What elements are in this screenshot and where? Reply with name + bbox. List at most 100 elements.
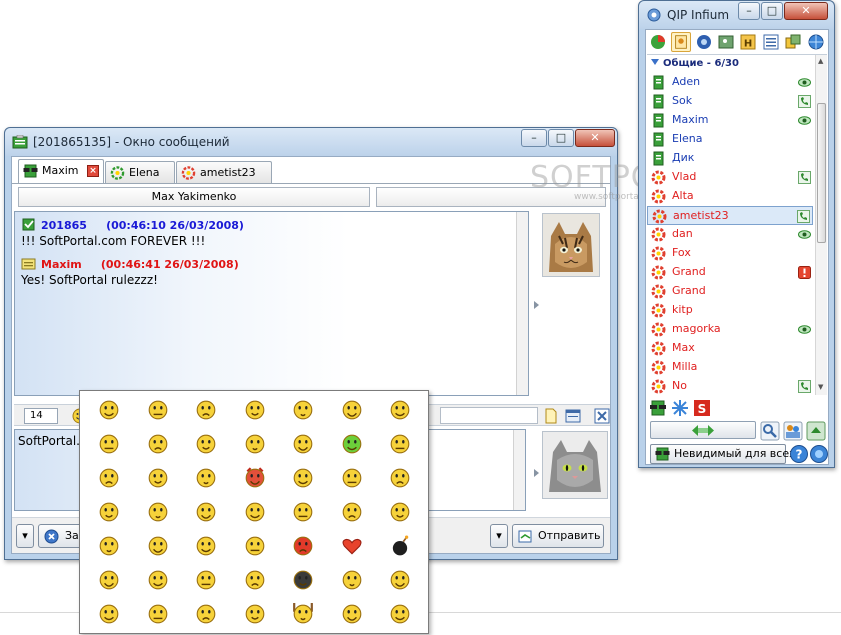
history-h-icon[interactable]: H: [738, 32, 758, 52]
smile-item[interactable]: [232, 427, 281, 461]
input-scrollbar[interactable]: [513, 430, 525, 510]
splitter-arrow-icon[interactable]: [534, 301, 539, 309]
smile-item[interactable]: [135, 563, 184, 597]
smile-item[interactable]: [135, 597, 184, 631]
maximize-button[interactable]: □: [548, 129, 574, 147]
smile-item[interactable]: [135, 495, 184, 529]
smile-item[interactable]: [86, 529, 135, 563]
tab-maxim[interactable]: Maxim ×: [18, 159, 104, 183]
contact-item[interactable]: No: [647, 377, 813, 396]
smile-item[interactable]: [377, 461, 426, 495]
pager-icon[interactable]: [694, 32, 714, 52]
tab-close-icon[interactable]: ×: [87, 165, 99, 177]
smile-item[interactable]: [86, 427, 135, 461]
contact-item[interactable]: Max: [647, 339, 813, 358]
snowflake-icon[interactable]: [671, 399, 689, 417]
smile-item[interactable]: [377, 529, 426, 563]
smile-item[interactable]: [232, 393, 281, 427]
smile-item[interactable]: [280, 461, 329, 495]
contact-item[interactable]: Milla: [647, 358, 813, 377]
contact-item[interactable]: Vlad: [647, 168, 813, 187]
smile-item[interactable]: [377, 393, 426, 427]
smile-item[interactable]: [183, 461, 232, 495]
help-icon[interactable]: ?: [789, 444, 809, 464]
smile-item[interactable]: [280, 393, 329, 427]
smile-item[interactable]: [377, 427, 426, 461]
smile-item[interactable]: [329, 563, 378, 597]
history-scrollbar[interactable]: [516, 212, 528, 395]
contact-list[interactable]: Общие - 6/30 ▲ ▼ Aden Sok Maxim Elena Дик Vla…: [647, 54, 827, 396]
contact-item[interactable]: Grand: [647, 282, 813, 301]
network-globe-icon[interactable]: [809, 444, 829, 464]
smile-item[interactable]: [329, 393, 378, 427]
smile-item[interactable]: [377, 563, 426, 597]
new-document-icon[interactable]: [543, 408, 559, 424]
contact-item[interactable]: Fox: [647, 244, 813, 263]
contact-item[interactable]: Дик: [647, 149, 813, 168]
contact-group-header[interactable]: Общие - 6/30: [651, 58, 739, 69]
contact-item[interactable]: Aden: [647, 73, 813, 92]
contact-item[interactable]: Sok: [647, 92, 813, 111]
smile-item[interactable]: [86, 495, 135, 529]
smile-item[interactable]: [135, 427, 184, 461]
qip-maximize-button[interactable]: □: [761, 2, 783, 20]
smile-item[interactable]: [135, 461, 184, 495]
collapse-panel-icon[interactable]: [806, 421, 826, 441]
smile-item[interactable]: [377, 597, 426, 631]
send-options-button[interactable]: ▾: [490, 524, 508, 548]
globe-icon[interactable]: [806, 32, 826, 52]
status-select-button[interactable]: Невидимый для всех: [650, 444, 796, 464]
plugins-icon[interactable]: [783, 32, 803, 52]
contact-list-icon[interactable]: [671, 32, 691, 52]
scroll-down-icon[interactable]: ▼: [818, 383, 823, 391]
smile-item[interactable]: [86, 461, 135, 495]
contact-item[interactable]: Maxim: [647, 111, 813, 130]
minimize-button[interactable]: –: [521, 129, 547, 147]
main-menu-button[interactable]: [650, 421, 756, 439]
smile-item[interactable]: [329, 495, 378, 529]
smile-item[interactable]: [232, 597, 281, 631]
tab-ametist23[interactable]: ametist23: [176, 161, 272, 183]
message-window-titlebar[interactable]: [201865135] - Окно сообщений – □ ✕: [5, 128, 617, 156]
contact-item[interactable]: Elena: [647, 130, 813, 149]
glasses-menu-icon[interactable]: [649, 399, 667, 417]
photo-icon[interactable]: [716, 32, 736, 52]
contact-item[interactable]: Grand: [647, 263, 813, 282]
send-button[interactable]: Отправить: [512, 524, 604, 548]
close-panel-icon[interactable]: [594, 408, 610, 424]
message-history[interactable]: 201865 (00:46:10 26/03/2008) !!! SoftPor…: [14, 211, 529, 396]
qip-titlebar[interactable]: QIP Infium – □ ✕: [639, 1, 834, 29]
smile-item[interactable]: [135, 529, 184, 563]
smile-item[interactable]: [183, 597, 232, 631]
smile-item[interactable]: [329, 461, 378, 495]
smile-item[interactable]: [232, 495, 281, 529]
smile-item[interactable]: [232, 529, 281, 563]
smile-item[interactable]: [329, 529, 378, 563]
smile-item[interactable]: [183, 563, 232, 597]
contact-item[interactable]: Alta: [647, 187, 813, 206]
tab-elena[interactable]: Elena: [105, 161, 175, 183]
smile-item[interactable]: [280, 563, 329, 597]
smile-item[interactable]: [86, 597, 135, 631]
list-view-icon[interactable]: [761, 32, 781, 52]
smile-item[interactable]: [135, 393, 184, 427]
softportal-s-icon[interactable]: S: [693, 399, 711, 417]
smile-item[interactable]: [280, 529, 329, 563]
contact-item[interactable]: magorka: [647, 320, 813, 339]
smile-item[interactable]: [329, 427, 378, 461]
contact-item[interactable]: ametist23: [647, 206, 813, 225]
smile-item[interactable]: [183, 495, 232, 529]
smile-item[interactable]: [377, 495, 426, 529]
smile-item[interactable]: [183, 393, 232, 427]
scroll-thumb[interactable]: [817, 103, 826, 243]
scroll-up-icon[interactable]: ▲: [818, 57, 823, 65]
contact-item[interactable]: kitp: [647, 301, 813, 320]
smile-item[interactable]: [183, 427, 232, 461]
status-ball-icon[interactable]: [648, 32, 668, 52]
close-window-button[interactable]: ✕: [575, 129, 615, 147]
smile-item[interactable]: [280, 597, 329, 631]
qip-close-button[interactable]: ✕: [784, 2, 828, 20]
smile-item[interactable]: [329, 597, 378, 631]
smile-item[interactable]: [183, 529, 232, 563]
window-layout-icon[interactable]: [565, 408, 581, 424]
